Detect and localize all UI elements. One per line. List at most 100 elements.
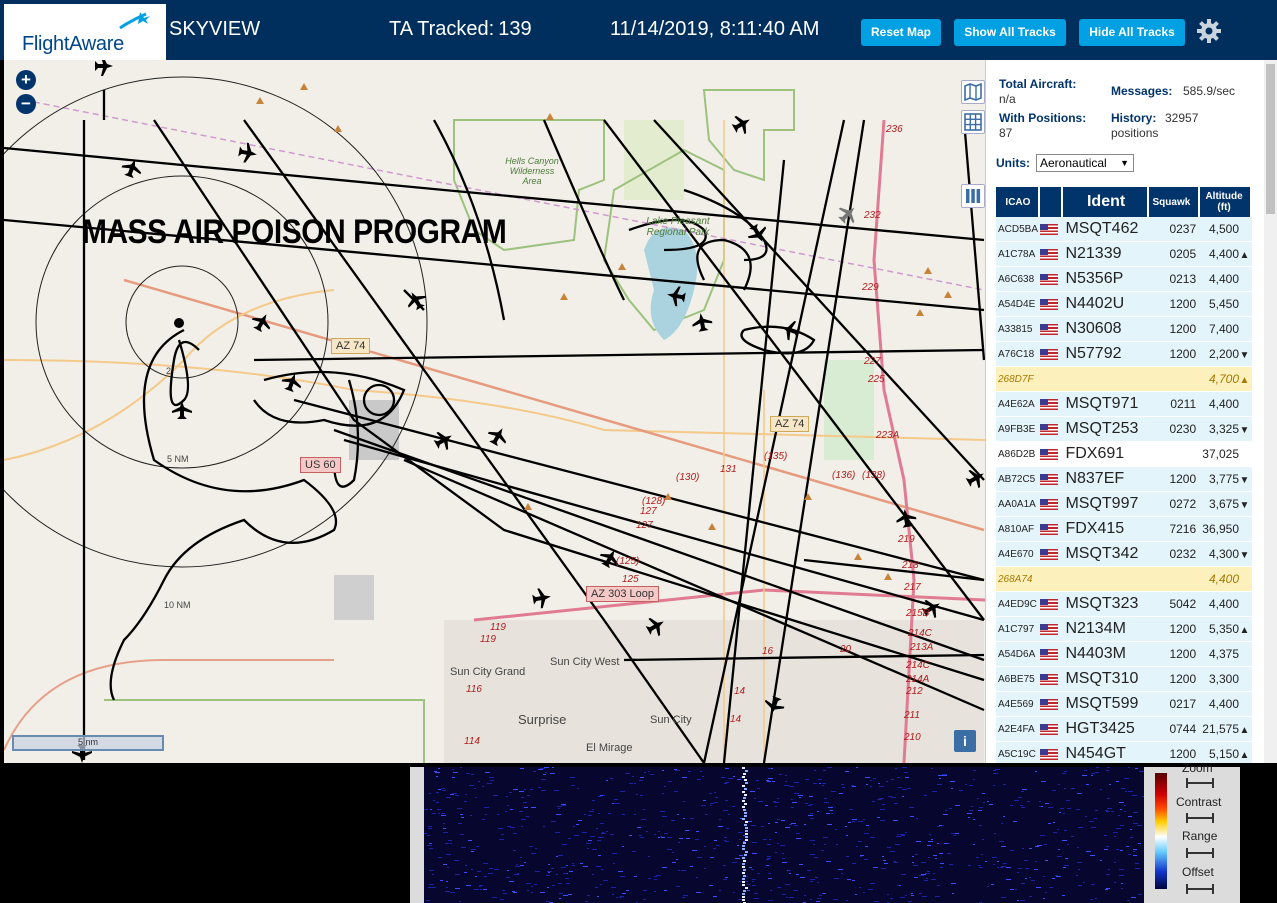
table-row[interactable]: A1C78A N21339 0205 4,400▲ bbox=[996, 242, 1252, 267]
altitude-trend-icon: ▲ bbox=[1239, 250, 1250, 261]
waterfall-noise bbox=[458, 823, 462, 824]
col-flag[interactable] bbox=[1039, 187, 1064, 217]
table-row[interactable]: A6BE75 MSQT310 1200 3,300 bbox=[996, 667, 1252, 692]
waterfall-noise bbox=[440, 880, 443, 881]
waterfall-noise bbox=[749, 867, 752, 868]
info-button[interactable]: i bbox=[954, 730, 976, 752]
hide-all-tracks-button[interactable]: Hide All Tracks bbox=[1079, 19, 1185, 46]
table-row[interactable]: A9FB3E MSQT253 0230 3,325▼ bbox=[996, 417, 1252, 442]
waterfall-noise bbox=[976, 857, 979, 858]
waterfall-noise bbox=[766, 780, 769, 781]
col-icao[interactable]: ICAO bbox=[996, 187, 1040, 217]
table-row[interactable]: 268A74 4,400 bbox=[996, 567, 1252, 592]
waterfall-noise bbox=[951, 833, 953, 834]
map-layers-button[interactable] bbox=[961, 80, 985, 104]
us-flag-icon bbox=[1039, 449, 1058, 461]
waterfall-noise bbox=[438, 857, 442, 858]
table-row[interactable]: A1C797 N2134M 1200 5,350▲ bbox=[996, 617, 1252, 642]
waterfall-noise bbox=[860, 855, 864, 856]
flightaware-logo[interactable]: FlightAware bbox=[4, 4, 166, 60]
waterfall-signal bbox=[745, 833, 748, 835]
table-row[interactable]: ACD5BA MSQT462 0237 4,500 bbox=[996, 217, 1252, 242]
col-ident[interactable]: Ident bbox=[1063, 187, 1149, 217]
waterfall-noise bbox=[1106, 811, 1110, 812]
table-row[interactable]: A76C18 N57792 1200 2,200▼ bbox=[996, 342, 1252, 367]
waterfall-noise bbox=[540, 768, 545, 769]
waterfall-noise bbox=[872, 801, 875, 802]
table-row[interactable]: A4E670 MSQT342 0232 4,300▼ bbox=[996, 542, 1252, 567]
panel-scrollbar[interactable] bbox=[1264, 60, 1277, 763]
settings-gear-icon[interactable] bbox=[1196, 18, 1222, 44]
table-row[interactable]: A4ED9C MSQT323 5042 4,400 bbox=[996, 592, 1252, 617]
col-altitude[interactable]: Altitude (ft) bbox=[1200, 187, 1252, 217]
scrollbar-thumb[interactable] bbox=[1266, 64, 1275, 214]
waterfall-noise bbox=[852, 819, 857, 820]
table-row[interactable]: 268D7F 4,700▲ bbox=[996, 367, 1252, 392]
table-row[interactable]: A810AF FDX415 7216 36,950 bbox=[996, 517, 1252, 542]
waterfall-noise bbox=[810, 818, 814, 819]
cell-ident: MSQT323 bbox=[1063, 592, 1149, 617]
table-row[interactable]: AA0A1A MSQT997 0272 3,675▼ bbox=[996, 492, 1252, 517]
table-row[interactable]: A86D2B FDX691 37,025 bbox=[996, 442, 1252, 467]
waterfall-noise bbox=[600, 884, 602, 885]
waterfall-noise bbox=[723, 810, 728, 811]
grid-overlay-button[interactable] bbox=[961, 110, 985, 134]
waterfall-noise bbox=[426, 900, 430, 901]
waterfall-noise bbox=[1053, 822, 1055, 823]
table-row[interactable]: A6C638 N5356P 0213 4,400 bbox=[996, 267, 1252, 292]
waterfall-noise bbox=[818, 779, 822, 780]
route-number: 119 bbox=[490, 622, 506, 633]
waterfall-noise bbox=[1060, 808, 1064, 809]
plane-logo-icon bbox=[119, 12, 150, 30]
waterfall-noise bbox=[546, 901, 549, 902]
table-row[interactable]: A5C19C N454GT 1200 5,150▲ bbox=[996, 742, 1252, 763]
cell-squawk: 0205 bbox=[1148, 242, 1201, 267]
waterfall-noise bbox=[979, 867, 983, 868]
waterfall-display[interactable] bbox=[424, 767, 1144, 903]
map-view[interactable]: + − Hells Canyon Wilderness Area Lake Pl… bbox=[4, 60, 985, 763]
waterfall-noise bbox=[688, 771, 691, 772]
waterfall-noise bbox=[1057, 829, 1059, 830]
offset-slider[interactable] bbox=[1186, 884, 1214, 894]
range-slider[interactable] bbox=[1186, 848, 1214, 858]
show-all-tracks-button[interactable]: Show All Tracks bbox=[954, 19, 1066, 46]
table-row[interactable]: A54D6A N4403M 1200 4,375 bbox=[996, 642, 1252, 667]
cell-icao: A2E4FA bbox=[996, 717, 1040, 742]
waterfall-noise bbox=[912, 862, 914, 863]
cell-flag bbox=[1039, 217, 1064, 242]
waterfall-noise bbox=[563, 873, 567, 874]
cell-altitude: 4,500 bbox=[1200, 217, 1252, 242]
table-row[interactable]: A4E62A MSQT971 0211 4,400 bbox=[996, 392, 1252, 417]
zoom-in-button[interactable]: + bbox=[16, 70, 36, 90]
zoom-slider[interactable] bbox=[1186, 778, 1214, 788]
waterfall-noise bbox=[1124, 811, 1126, 812]
waterfall-noise bbox=[833, 899, 838, 900]
waterfall-noise bbox=[644, 772, 646, 773]
waterfall-noise bbox=[808, 815, 813, 816]
contrast-slider[interactable] bbox=[1186, 813, 1214, 823]
units-select[interactable]: Aeronautical ▼ bbox=[1036, 154, 1134, 172]
table-row[interactable]: A4E569 MSQT599 0217 4,400 bbox=[996, 692, 1252, 717]
waterfall-signal bbox=[742, 896, 745, 898]
table-row[interactable]: A54D4E N4402U 1200 5,450 bbox=[996, 292, 1252, 317]
waterfall-signal bbox=[744, 815, 747, 817]
waterfall-noise bbox=[675, 770, 680, 771]
table-row[interactable]: A33815 N30608 1200 7,400 bbox=[996, 317, 1252, 342]
waterfall-noise bbox=[922, 896, 927, 897]
zoom-out-button[interactable]: − bbox=[16, 94, 36, 114]
cell-ident: MSQT599 bbox=[1063, 692, 1149, 717]
waterfall-noise bbox=[446, 887, 448, 888]
col-squawk[interactable]: Squawk bbox=[1148, 187, 1201, 217]
cell-altitude: 4,400 bbox=[1200, 392, 1252, 417]
waterfall-noise bbox=[768, 823, 770, 824]
table-row[interactable]: AB72C5 N837EF 1200 3,775▼ bbox=[996, 467, 1252, 492]
waterfall-noise bbox=[556, 814, 561, 815]
cell-icao: A9FB3E bbox=[996, 417, 1040, 442]
waterfall-noise bbox=[1006, 879, 1011, 880]
reset-map-button[interactable]: Reset Map bbox=[861, 19, 941, 46]
waterfall-noise bbox=[685, 830, 689, 831]
waterfall-noise bbox=[1064, 865, 1069, 866]
table-row[interactable]: A2E4FA HGT3425 0744 21,575▲ bbox=[996, 717, 1252, 742]
column-toggle-button[interactable] bbox=[961, 184, 985, 208]
waterfall-noise bbox=[1137, 825, 1142, 826]
